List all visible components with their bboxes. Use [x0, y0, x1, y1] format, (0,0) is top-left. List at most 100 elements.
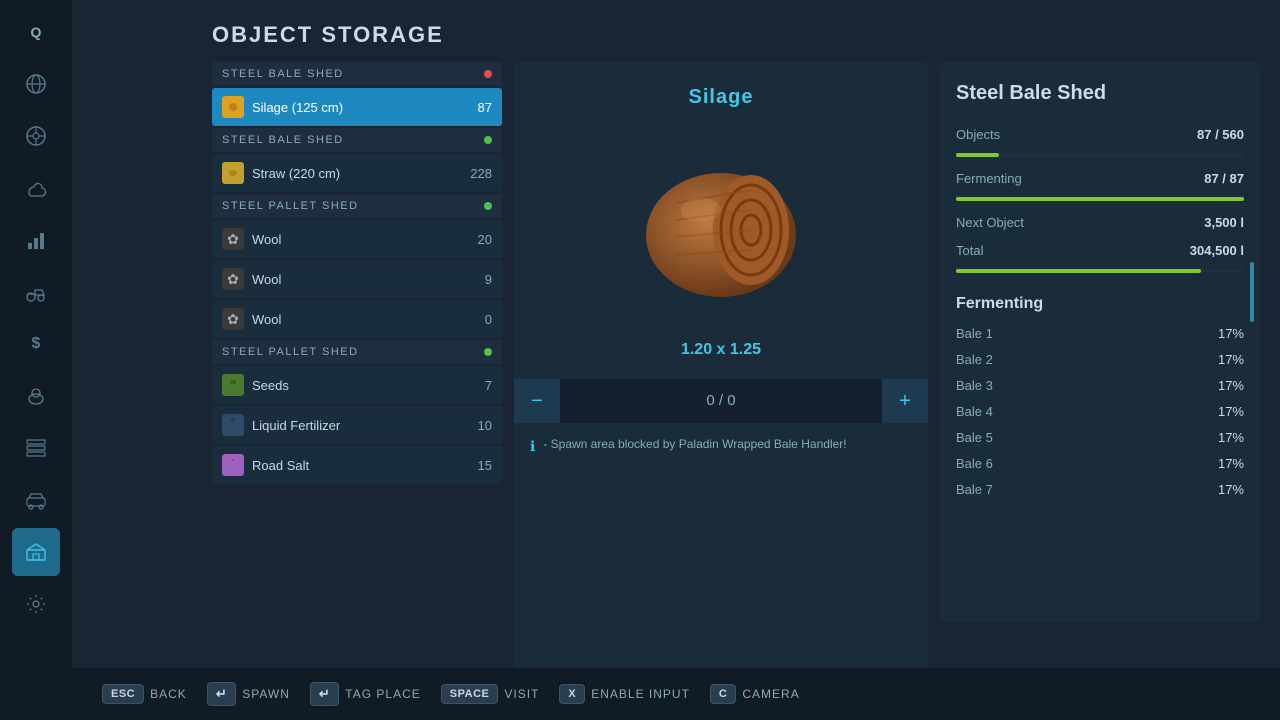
bale-1-label: Bale 1 [956, 326, 993, 341]
straw-name: Straw (220 cm) [252, 166, 454, 181]
wool2-icon: ✿ [222, 268, 244, 290]
bale-row-5: Bale 5 17% [956, 425, 1244, 451]
next-object-value: 3,500 l [1204, 215, 1244, 230]
tagplace-label: TAG PLACE [345, 687, 420, 701]
bale-5-pct: 17% [1218, 430, 1244, 445]
seeds-name: Seeds [252, 378, 454, 393]
bale-4-pct: 17% [1218, 404, 1244, 419]
shed-dot-4 [484, 348, 492, 356]
visit-label: VISIT [504, 687, 539, 701]
sidebar-item-weather[interactable] [12, 164, 60, 212]
bale-row-2: Bale 2 17% [956, 347, 1244, 373]
bale-row-6: Bale 6 17% [956, 451, 1244, 477]
tagplace-key[interactable]: ↵ [310, 682, 339, 706]
wool1-icon: ✿ [222, 228, 244, 250]
key-group-back: ESC BACK [102, 684, 187, 704]
enableinput-key[interactable]: X [559, 684, 585, 704]
bale-5-label: Bale 5 [956, 430, 993, 445]
ctrl-value: 0 / 0 [560, 379, 882, 423]
shed-header-4: STEEL PALLET SHED [212, 340, 502, 364]
bale-3-pct: 17% [1218, 378, 1244, 393]
bale-2-pct: 17% [1218, 352, 1244, 367]
sidebar-item-list[interactable] [12, 424, 60, 472]
info-title: Steel Bale Shed [956, 82, 1244, 105]
sidebar-item-animal[interactable] [12, 372, 60, 420]
list-item-straw[interactable]: Straw (220 cm) 228 [212, 154, 502, 192]
salt-icon [222, 454, 244, 476]
list-item-salt[interactable]: Road Salt 15 [212, 446, 502, 484]
wool2-count: 9 [462, 272, 492, 287]
list-item-liquid[interactable]: Liquid Fertilizer 10 [212, 406, 502, 444]
sidebar-item-tractor[interactable] [12, 268, 60, 316]
list-item-silage[interactable]: Silage (125 cm) 87 [212, 88, 502, 126]
bale-7-pct: 17% [1218, 482, 1244, 497]
liquid-icon [222, 414, 244, 436]
back-label: BACK [150, 687, 187, 701]
sidebar: Q $ [0, 0, 72, 720]
visit-key[interactable]: SPACE [441, 684, 499, 704]
list-item-wool1[interactable]: ✿ Wool 20 [212, 220, 502, 258]
straw-icon [222, 162, 244, 184]
wool3-icon: ✿ [222, 308, 244, 330]
list-item-seeds[interactable]: Seeds 7 [212, 366, 502, 404]
objects-row: Objects 87 / 560 [956, 121, 1244, 149]
detail-image [611, 125, 831, 325]
objects-progress-fill [956, 153, 999, 157]
next-object-row: Next Object 3,500 l [956, 209, 1244, 237]
bale-4-label: Bale 4 [956, 404, 993, 419]
sidebar-item-money[interactable]: $ [12, 320, 60, 368]
key-group-tagplace: ↵ TAG PLACE [310, 682, 421, 706]
bottom-bar: ESC BACK ↵ SPAWN ↵ TAG PLACE SPACE VISIT… [72, 668, 1280, 720]
sidebar-item-stats[interactable] [12, 216, 60, 264]
objects-progress [956, 153, 1244, 157]
list-item-wool3[interactable]: ✿ Wool 0 [212, 300, 502, 338]
key-group-camera: C CAMERA [710, 684, 800, 704]
camera-label: CAMERA [742, 687, 799, 701]
warning-text: - Spawn area blocked by Paladin Wrapped … [543, 437, 846, 451]
esc-key[interactable]: ESC [102, 684, 144, 704]
total-row: Total 304,500 l [956, 237, 1244, 265]
spawn-label: SPAWN [242, 687, 290, 701]
bale-2-label: Bale 2 [956, 352, 993, 367]
wool2-name: Wool [252, 272, 454, 287]
seeds-count: 7 [462, 378, 492, 393]
list-item-wool2[interactable]: ✿ Wool 9 [212, 260, 502, 298]
increment-button[interactable]: + [882, 379, 928, 423]
page-title: OBJECT STORAGE [72, 0, 1280, 62]
shed-dot-1 [484, 70, 492, 78]
shed-header-2: STEEL BALE SHED [212, 128, 502, 152]
wool1-name: Wool [252, 232, 454, 247]
bale-1-pct: 17% [1218, 326, 1244, 341]
sidebar-item-q[interactable]: Q [12, 8, 60, 56]
info-icon: ℹ [530, 438, 535, 455]
wool3-count: 0 [462, 312, 492, 327]
sidebar-item-steering[interactable] [12, 112, 60, 160]
shed-dot-2 [484, 136, 492, 144]
silage-icon [222, 96, 244, 118]
fermenting-progress [956, 197, 1244, 201]
liquid-count: 10 [462, 418, 492, 433]
info-panel: Steel Bale Shed Objects 87 / 560 Ferment… [940, 62, 1260, 622]
sidebar-item-settings[interactable] [12, 580, 60, 628]
detail-size: 1.20 x 1.25 [681, 341, 761, 359]
key-group-spawn: ↵ SPAWN [207, 682, 290, 706]
sidebar-item-storage[interactable] [12, 528, 60, 576]
decrement-button[interactable]: − [514, 379, 560, 423]
sidebar-item-globe[interactable] [12, 60, 60, 108]
bale-row-7: Bale 7 17% [956, 477, 1244, 503]
silage-count: 87 [462, 100, 492, 115]
salt-name: Road Salt [252, 458, 454, 473]
bale-row-1: Bale 1 17% [956, 321, 1244, 347]
sidebar-item-vehicle[interactable] [12, 476, 60, 524]
spawn-key[interactable]: ↵ [207, 682, 236, 706]
fermenting-section-title: Fermenting [956, 295, 1244, 313]
bale-7-label: Bale 7 [956, 482, 993, 497]
key-group-enableinput: X ENABLE INPUT [559, 684, 690, 704]
camera-key[interactable]: C [710, 684, 736, 704]
content-area: STEEL BALE SHED Silage (125 cm) 87 STEEL… [72, 62, 1280, 720]
detail-warning: ℹ - Spawn area blocked by Paladin Wrappe… [514, 423, 928, 469]
liquid-name: Liquid Fertilizer [252, 418, 454, 433]
detail-controls: − 0 / 0 + [514, 379, 928, 423]
wool3-name: Wool [252, 312, 454, 327]
fermenting-label: Fermenting [956, 171, 1022, 186]
